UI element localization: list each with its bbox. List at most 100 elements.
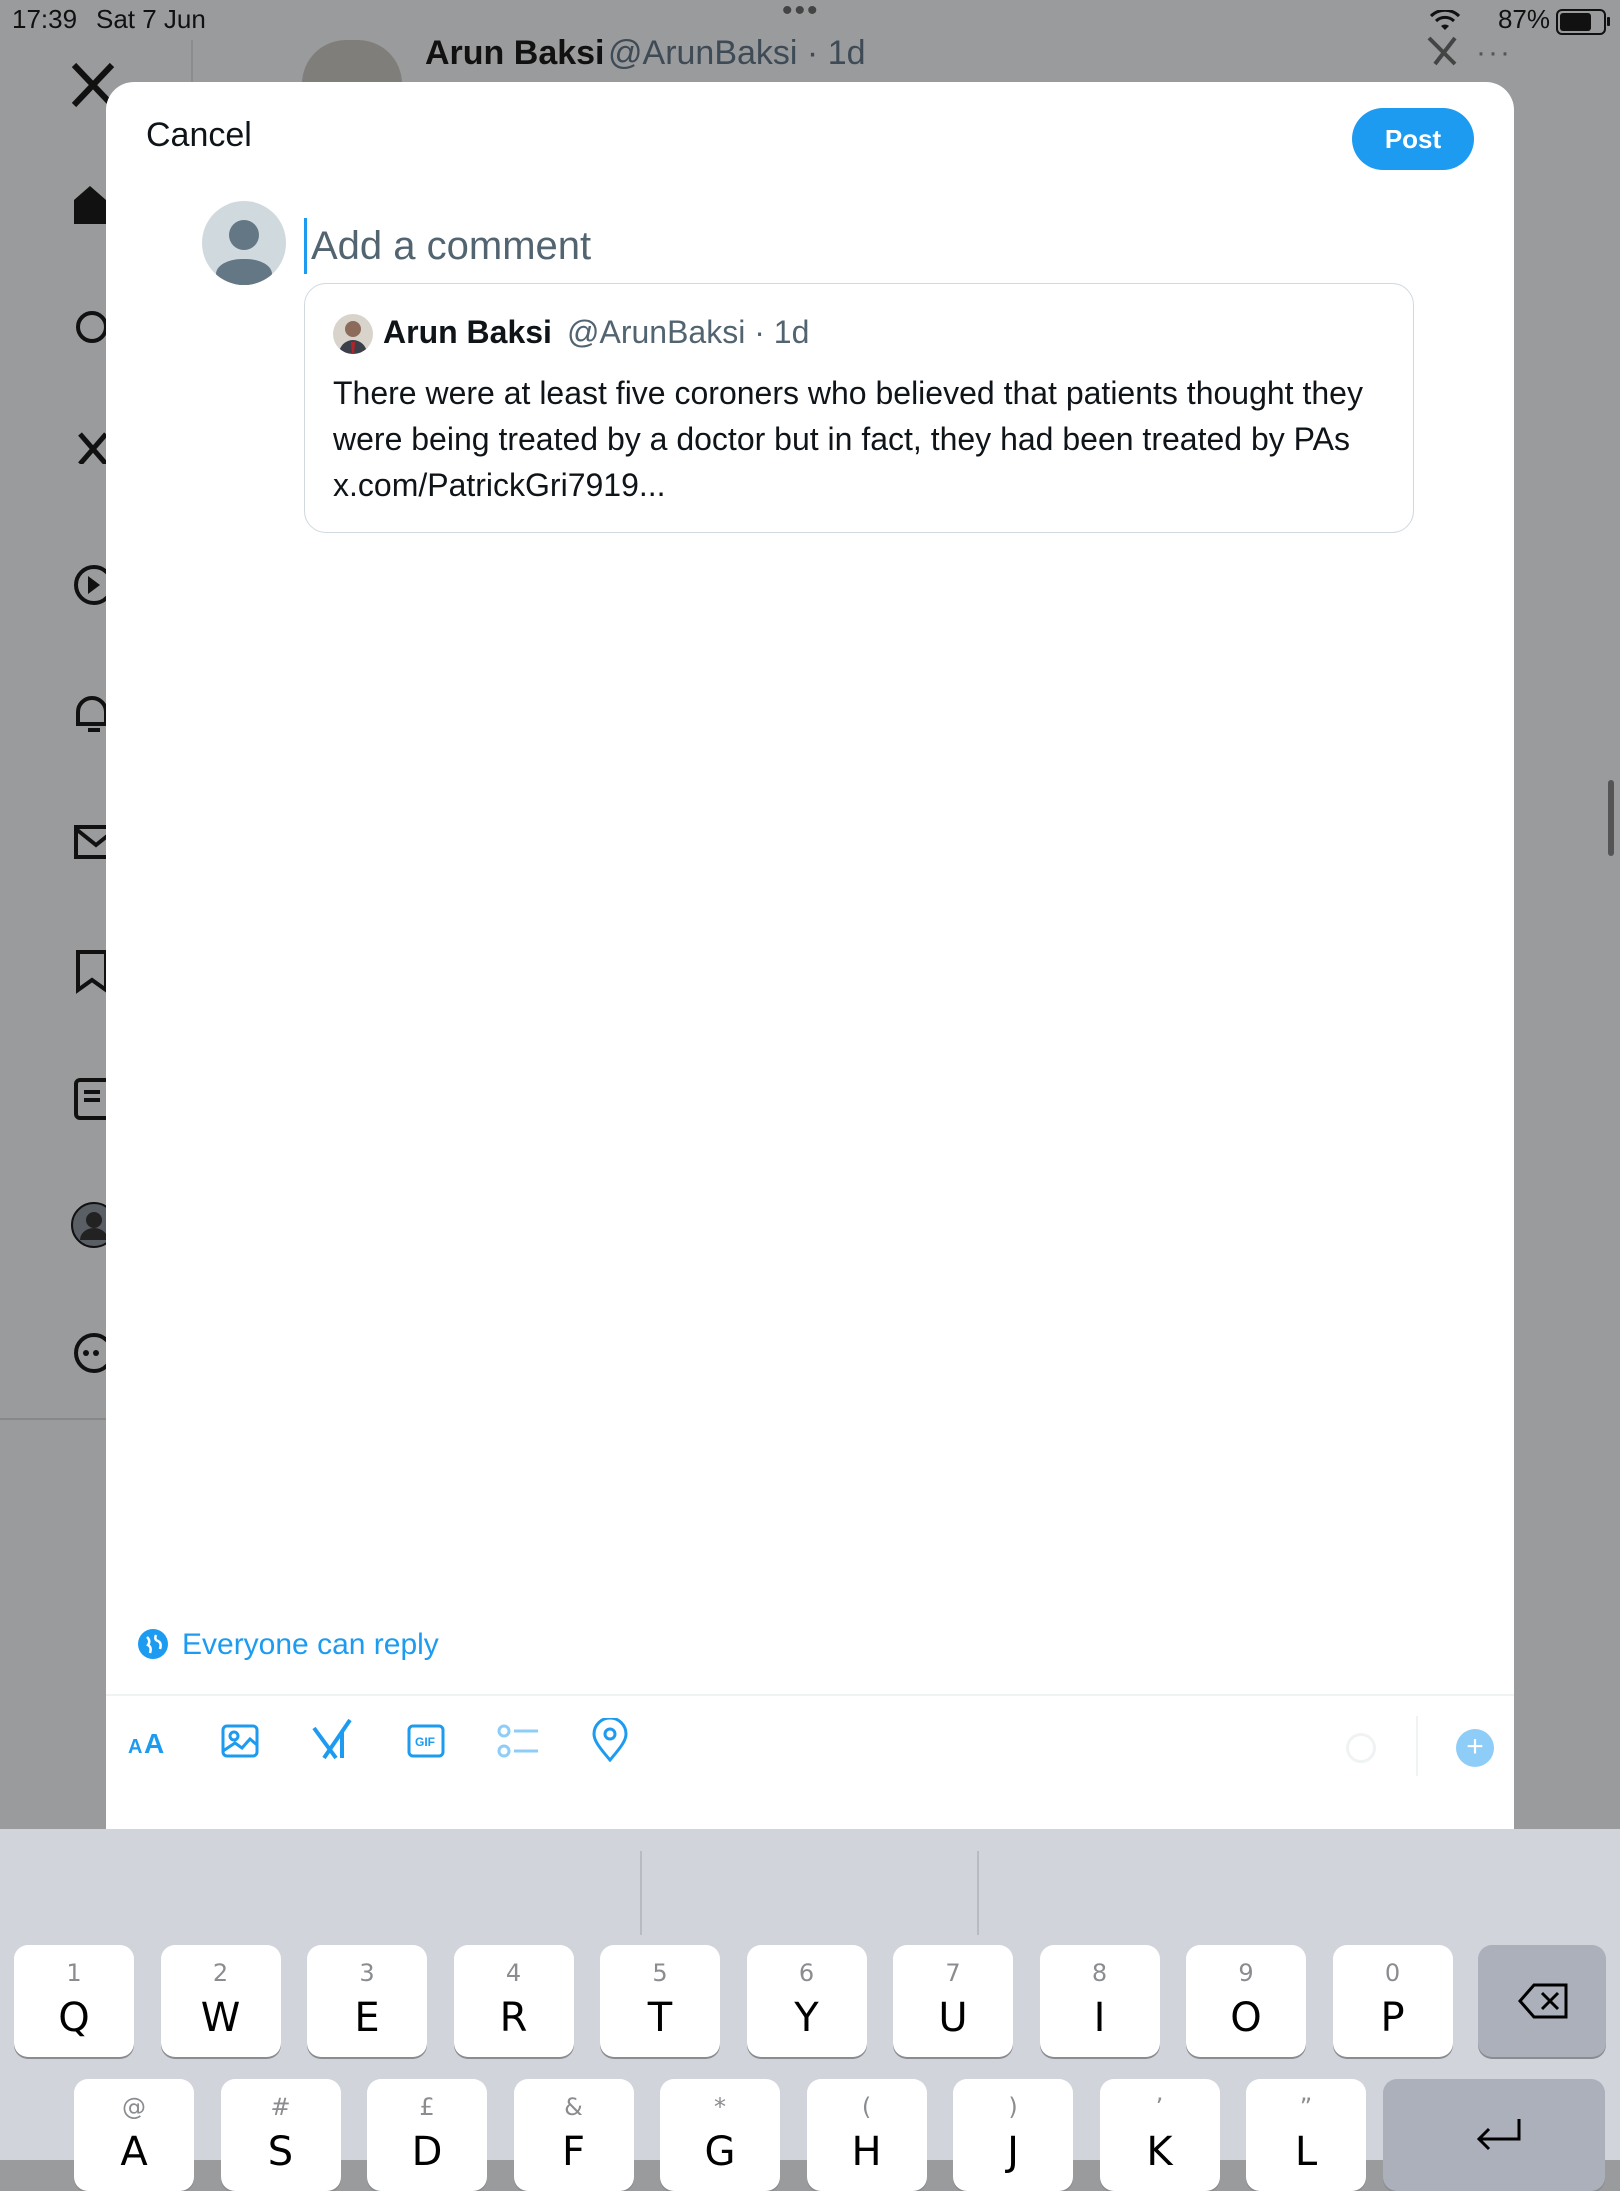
key-hint: 6 — [798, 1959, 815, 1987]
key-label: G — [704, 2129, 736, 2175]
comment-input[interactable] — [304, 218, 1411, 274]
return-key[interactable] — [1383, 2079, 1605, 2191]
key-o[interactable]: 9O — [1186, 1945, 1306, 2057]
key-i[interactable]: 8I — [1039, 1945, 1160, 2057]
key-hint: * — [714, 2093, 726, 2121]
compose-modal: Cancel Post Arun Baksi @ArunBaksi · 1d T… — [106, 82, 1514, 1832]
gif-icon[interactable]: GIF — [396, 1718, 456, 1778]
scrollbar[interactable] — [1608, 780, 1614, 856]
background-author-name: Arun Baksi — [425, 34, 605, 72]
key-label: E — [354, 1995, 380, 2041]
key-hint: 4 — [505, 1959, 522, 1987]
toolbar-divider — [106, 1694, 1514, 1696]
multitasking-dots-icon[interactable]: ••• — [782, 0, 820, 28]
toolbar-separator — [1416, 1716, 1418, 1776]
key-g[interactable]: * G — [660, 2079, 780, 2191]
key-hint: ” — [1299, 2093, 1313, 2121]
poll-icon[interactable] — [488, 1718, 548, 1778]
add-post-icon[interactable]: + — [1456, 1729, 1494, 1767]
quoted-author-name: Arun Baksi — [383, 314, 552, 350]
key-r[interactable]: 4R — [453, 1945, 574, 2057]
on-screen-keyboard: 1Q2W3E4R5T6Y7U8I9O0P @ A # S £ D & F * G(H) J’ K” L — [0, 1829, 1620, 2191]
key-hint: 7 — [945, 1959, 961, 1987]
key-hint: ’ — [1155, 2093, 1164, 2121]
key-f[interactable]: & F — [513, 2079, 634, 2191]
key-hint: & — [564, 2093, 583, 2121]
cancel-button[interactable]: Cancel — [146, 116, 252, 155]
key-hint: ) — [1008, 2093, 1018, 2121]
key-hint: ( — [861, 2093, 872, 2121]
quoted-post-text: There were at least five coroners who be… — [333, 375, 1363, 503]
key-hint: 2 — [212, 1959, 229, 1987]
backspace-key[interactable] — [1478, 1945, 1606, 2057]
status-date: Sat 7 Jun — [96, 4, 206, 34]
key-hint: £ — [419, 2093, 435, 2121]
key-q[interactable]: 1Q — [14, 1945, 134, 2057]
reply-setting-label: Everyone can reply — [182, 1628, 439, 1661]
globe-icon — [138, 1629, 168, 1659]
key-label: U — [938, 1995, 968, 2041]
grok-icon[interactable] — [302, 1718, 362, 1778]
key-e[interactable]: 3E — [307, 1945, 427, 2057]
quoted-author-handle: @ArunBaksi · 1d — [567, 314, 810, 350]
battery-percent: 87% — [1497, 4, 1550, 34]
key-l[interactable]: ” L — [1246, 2079, 1366, 2191]
key-label: L — [1294, 2129, 1318, 2175]
avatar — [202, 201, 286, 285]
key-d[interactable]: £ D — [367, 2079, 487, 2191]
key-hint: 1 — [66, 1959, 82, 1987]
svg-text:A: A — [144, 1728, 164, 1757]
sidebar-bottom-divider — [0, 1418, 106, 1420]
key-label: W — [200, 1995, 241, 2041]
key-label: Q — [58, 1995, 90, 2041]
key-hint: @ — [122, 2093, 146, 2121]
key-label: T — [647, 1995, 673, 2041]
key-a[interactable]: @ A — [74, 2079, 194, 2191]
suggestion-separator — [640, 1851, 642, 1935]
key-hint: 8 — [1091, 1959, 1108, 1987]
key-label: R — [499, 1995, 528, 2041]
suggestion-separator — [977, 1851, 979, 1935]
key-hint: # — [270, 2093, 291, 2121]
svg-text:GIF: GIF — [415, 1735, 435, 1749]
key-label: H — [851, 2129, 882, 2175]
key-u[interactable]: 7U — [893, 1945, 1013, 2057]
status-time: 17:39 — [12, 4, 78, 34]
key-label: K — [1146, 2129, 1173, 2175]
key-label: D — [411, 2129, 443, 2175]
key-hint: 0 — [1384, 1959, 1401, 1987]
key-hint: 3 — [359, 1959, 375, 1987]
key-j[interactable]: ) J — [953, 2079, 1073, 2191]
battery-icon — [1556, 9, 1610, 35]
default-avatar-icon — [216, 220, 272, 285]
text-format-icon[interactable]: AA — [120, 1718, 180, 1778]
key-hint: 9 — [1238, 1959, 1254, 1987]
key-w[interactable]: 2W — [160, 1945, 281, 2057]
key-label: A — [120, 2129, 148, 2175]
key-label: I — [1093, 1995, 1106, 2041]
key-p[interactable]: 0P — [1332, 1945, 1453, 2057]
grok-icon[interactable] — [1425, 34, 1459, 78]
key-label: S — [267, 2129, 294, 2175]
key-t[interactable]: 5T — [600, 1945, 720, 2057]
post-button[interactable]: Post — [1352, 108, 1474, 170]
more-options-icon[interactable]: ··· — [1476, 36, 1512, 70]
character-count-ring — [1346, 1733, 1376, 1763]
key-y[interactable]: 6Y — [746, 1945, 867, 2057]
image-icon[interactable] — [210, 1718, 270, 1778]
location-icon[interactable] — [580, 1716, 640, 1778]
key-label: O — [1230, 1995, 1262, 2041]
reply-setting-button[interactable]: Everyone can reply — [138, 1628, 439, 1662]
key-s[interactable]: # S — [220, 2079, 341, 2191]
key-k[interactable]: ’ K — [1099, 2079, 1220, 2191]
avatar — [302, 40, 402, 84]
avatar — [333, 314, 373, 354]
key-label: F — [561, 2129, 585, 2175]
key-label: J — [1007, 2129, 1019, 2175]
key-h[interactable]: (H — [806, 2079, 927, 2191]
key-label: Y — [794, 1995, 819, 2041]
key-label: P — [1380, 1995, 1405, 2041]
svg-text:A: A — [128, 1736, 142, 1757]
background-author-handle: @ArunBaksi · 1d — [608, 34, 866, 72]
quoted-post[interactable]: Arun Baksi @ArunBaksi · 1d There were at… — [304, 283, 1414, 533]
